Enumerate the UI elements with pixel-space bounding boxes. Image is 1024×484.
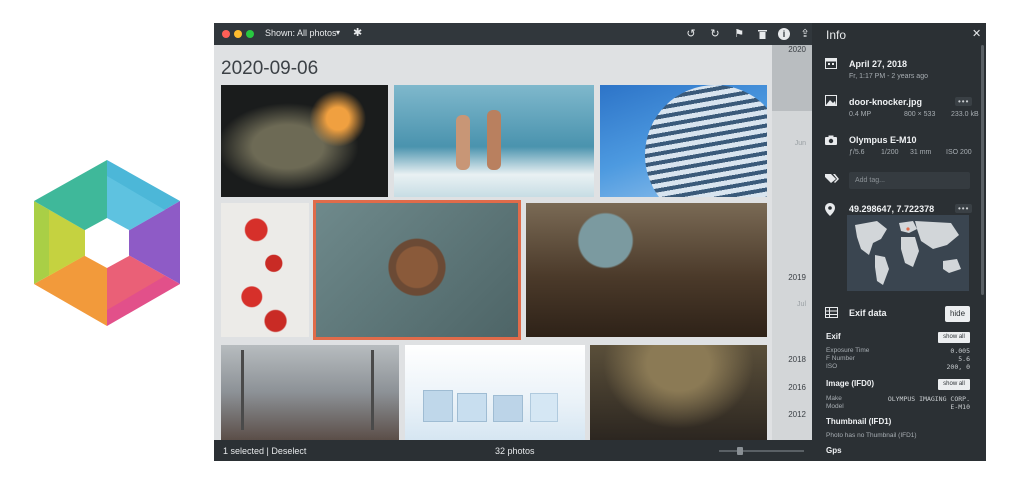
timeline-label: 2012 [788, 410, 806, 419]
timeline-label: 2019 [788, 273, 806, 282]
info-icon[interactable]: i [778, 28, 790, 40]
photo-date-sub: Fr, 1:17 PM - 2 years ago [849, 73, 928, 80]
table-icon [825, 307, 838, 321]
export-icon[interactable]: ⇪ [798, 27, 812, 41]
filter-dropdown[interactable]: Shown: All photos [265, 28, 337, 38]
photo-tomatoes[interactable] [221, 203, 309, 337]
photo-railway[interactable] [221, 345, 399, 440]
scrollbar[interactable] [981, 45, 984, 295]
photo-tower[interactable] [600, 85, 767, 197]
file-megapixels: 0.4 MP [849, 111, 872, 118]
status-bar: 1 selected | Deselect 32 photos [214, 440, 812, 461]
close-icon[interactable]: ✕ [972, 27, 981, 40]
exif-section-heading: Exif [826, 332, 841, 341]
exif-label: Make [826, 395, 842, 402]
photo-date: April 27, 2018 [849, 59, 908, 69]
tag-icon [825, 173, 839, 187]
gps-coordinates: 49.298647, 7.722378 [849, 204, 935, 214]
photo-globe-desk[interactable] [526, 203, 767, 337]
app-logo [34, 160, 180, 326]
trash-icon[interactable] [755, 27, 769, 41]
zoom-slider-handle[interactable] [737, 447, 743, 455]
thumbnail-note: Photo has no Thumbnail (IFD1) [826, 432, 917, 439]
timeline-label: 2020 [788, 45, 806, 54]
exif-title: Exif data [849, 308, 887, 318]
file-name: door-knocker.jpg [849, 97, 923, 107]
camera-iso: ISO 200 [946, 149, 972, 156]
timeline-label: 2018 [788, 355, 806, 364]
gps-heading: Gps [826, 446, 842, 455]
image-show-all-button[interactable]: show all [938, 379, 970, 390]
camera-shutter: 1/200 [881, 149, 899, 156]
chevron-down-icon[interactable]: ▾ [336, 28, 340, 37]
photo-market-crowd[interactable] [590, 345, 767, 440]
world-map[interactable] [847, 215, 969, 291]
thumbnail-ifd1-heading: Thumbnail (IFD1) [826, 417, 892, 426]
zoom-slider[interactable] [719, 450, 804, 452]
photo-app-window: Shown: All photos ▾ ✱ ↺ ↻ ⚑ i ⇪ 2020-09-… [214, 23, 986, 461]
file-dimensions: 800 × 533 [904, 111, 936, 118]
file-size: 233.0 kB [951, 111, 979, 118]
gear-icon[interactable]: ✱ [353, 27, 362, 39]
camera-aperture: ƒ/5.6 [849, 149, 865, 156]
photo-swimmers[interactable] [394, 85, 594, 197]
timeline-label: 2016 [788, 383, 806, 392]
exif-label: Model [826, 403, 844, 410]
image-ifd0-heading: Image (IFD0) [826, 379, 875, 388]
exif-value: 200, 0 [946, 363, 970, 371]
location-more-button[interactable]: ••• [955, 204, 973, 213]
info-title: Info [826, 28, 847, 42]
window-maximize-button[interactable] [246, 30, 254, 38]
timeline-label: Jun [794, 140, 806, 147]
camera-icon [825, 134, 837, 148]
toolbar: Shown: All photos ▾ ✱ ↺ ↻ ⚑ i ⇪ [214, 23, 812, 45]
info-panel: Info ✕ April 27, 2018 Fr, 1:17 PM - 2 ye… [812, 23, 986, 461]
photo-count: 32 photos [495, 446, 535, 456]
flag-icon[interactable]: ⚑ [732, 27, 746, 41]
photo-door-knocker[interactable] [313, 200, 521, 340]
exif-value: OLYMPUS IMAGING CORP. [887, 395, 970, 403]
photo-lightbulb[interactable] [221, 85, 388, 197]
add-tag-input[interactable]: Add tag... [849, 172, 970, 189]
rotate-left-icon[interactable]: ↺ [684, 27, 698, 41]
timeline-handle[interactable] [772, 45, 812, 111]
timeline-label: Jul [797, 301, 806, 308]
calendar-icon [825, 57, 837, 72]
exif-hide-button[interactable]: hide [945, 306, 970, 322]
exif-value: 0.005 [950, 347, 970, 355]
camera-focal-length: 31 mm [910, 149, 932, 156]
exif-value: 5.6 [958, 355, 970, 363]
photo-grid: 2020-09-06 [214, 45, 772, 440]
exif-value: E-M10 [950, 403, 970, 411]
rotate-right-icon[interactable]: ↻ [708, 27, 722, 41]
exif-label: Exposure Time [826, 347, 870, 354]
exif-label: ISO [826, 363, 838, 370]
camera-model: Olympus E-M10 [849, 135, 917, 145]
exif-label: F Number [826, 355, 855, 362]
photo-ice-cubes[interactable] [405, 345, 585, 440]
deselect-link[interactable]: 1 selected | Deselect [223, 446, 306, 456]
file-more-button[interactable]: ••• [955, 97, 973, 106]
location-pin-icon [825, 203, 835, 219]
window-minimize-button[interactable] [234, 30, 242, 38]
window-close-button[interactable] [222, 30, 230, 38]
exif-show-all-button[interactable]: show all [938, 332, 970, 343]
image-icon [825, 95, 837, 109]
date-heading: 2020-09-06 [221, 58, 319, 79]
timeline-scrubber[interactable]: 2020 Jun 2019 Jul 2018 2016 2012 [772, 45, 812, 440]
